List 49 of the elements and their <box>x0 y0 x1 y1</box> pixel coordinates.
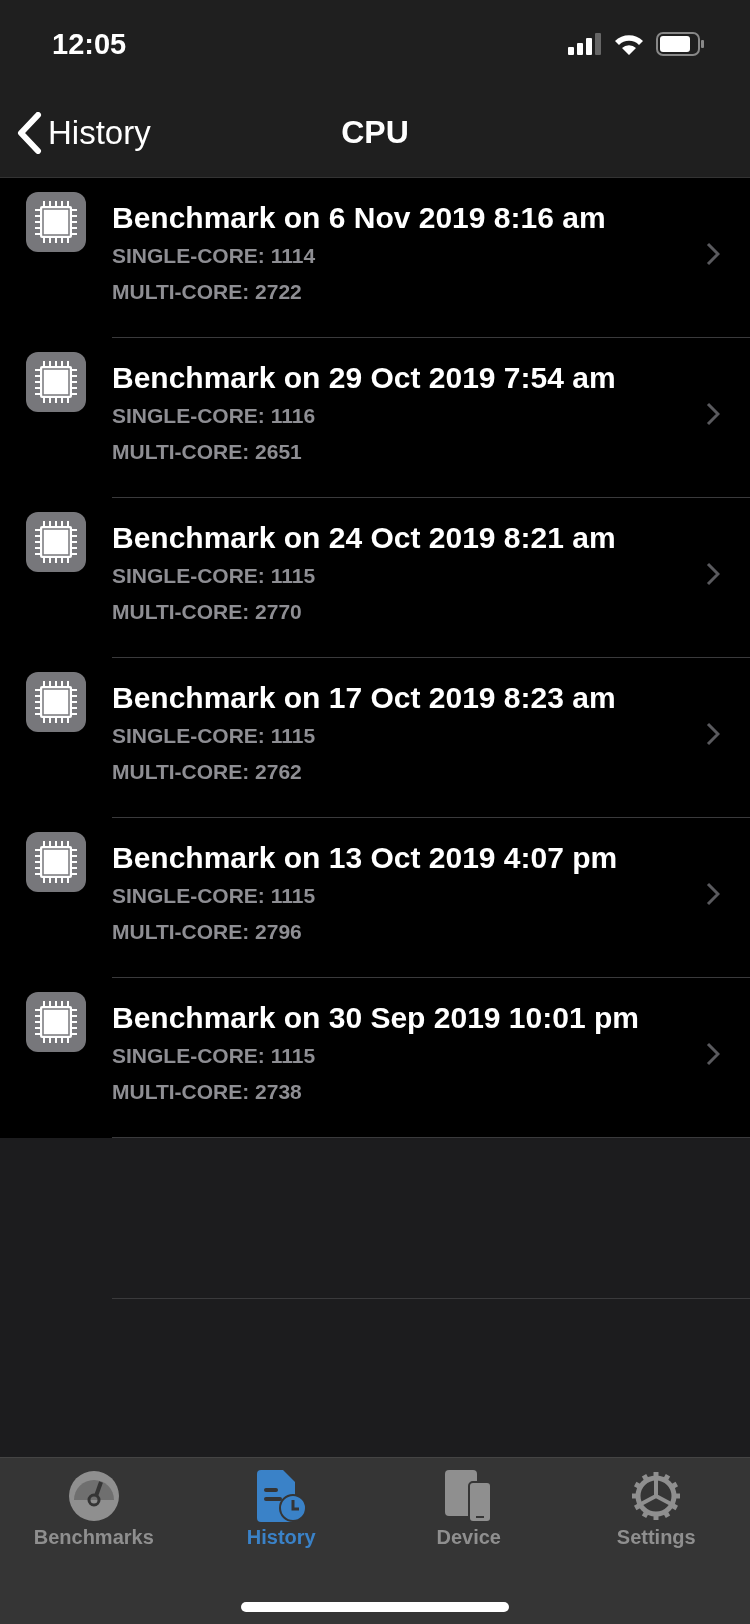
multi-core-score: MULTI-CORE: 2722 <box>112 279 302 305</box>
multi-core-score: MULTI-CORE: 2770 <box>112 599 302 625</box>
chip-icon <box>26 352 86 412</box>
benchmark-title: Benchmark on 29 Oct 2019 7:54 am <box>112 360 616 396</box>
single-core-score: SINGLE-CORE: 1114 <box>112 243 316 269</box>
history-row[interactable]: Benchmark on 13 Oct 2019 4:07 pm SINGLE-CORE: 1115 MULTI-CORE: 2796 <box>0 818 750 978</box>
multi-core-score: MULTI-CORE: 2738 <box>112 1079 302 1105</box>
history-row[interactable]: Benchmark on 29 Oct 2019 7:54 am SINGLE-CORE: 1116 MULTI-CORE: 2651 <box>0 338 750 498</box>
multi-core-score: MULTI-CORE: 2796 <box>112 919 302 945</box>
history-row[interactable]: Benchmark on 17 Oct 2019 8:23 am SINGLE-CORE: 1115 MULTI-CORE: 2762 <box>0 658 750 818</box>
back-button[interactable]: History <box>0 111 151 154</box>
gauge-icon <box>67 1470 120 1522</box>
chip-icon <box>26 832 86 892</box>
wifi-icon <box>614 33 644 55</box>
chip-icon <box>26 992 86 1052</box>
screen-title: CPU <box>341 114 409 151</box>
back-chevron-icon <box>16 111 42 154</box>
document-clock-icon <box>255 1470 308 1522</box>
chevron-icon <box>706 402 720 426</box>
chevron-icon <box>706 1042 720 1066</box>
signal-icon <box>568 33 602 55</box>
single-core-score: SINGLE-CORE: 1115 <box>112 723 316 749</box>
history-row[interactable]: Benchmark on 30 Sep 2019 10:01 pm SINGLE-CORE: 1115 MULTI-CORE: 2738 <box>0 978 750 1138</box>
chip-icon <box>26 672 86 732</box>
chevron-icon <box>706 722 720 746</box>
tab-bar-item[interactable]: Benchmarks <box>0 1458 188 1549</box>
tab-bar-item[interactable]: Device <box>375 1458 563 1549</box>
single-core-score: SINGLE-CORE: 1116 <box>112 403 316 429</box>
status-time: 12:05 <box>52 27 127 61</box>
tab-bar-item[interactable]: Settings <box>562 1458 750 1549</box>
benchmark-title: Benchmark on 13 Oct 2019 4:07 pm <box>112 840 618 876</box>
battery-icon <box>656 32 704 56</box>
history-row[interactable]: Benchmark on 24 Oct 2019 8:21 am SINGLE-CORE: 1115 MULTI-CORE: 2770 <box>0 498 750 658</box>
benchmark-title: Benchmark on 24 Oct 2019 8:21 am <box>112 520 616 556</box>
chip-icon <box>26 512 86 572</box>
settings-icon <box>630 1470 683 1522</box>
multi-core-score: MULTI-CORE: 2762 <box>112 759 302 785</box>
benchmark-title: Benchmark on 30 Sep 2019 10:01 pm <box>112 1000 639 1036</box>
benchmark-title: Benchmark on 6 Nov 2019 8:16 am <box>112 200 606 236</box>
chip-icon <box>26 192 86 252</box>
single-core-score: SINGLE-CORE: 1115 <box>112 1043 316 1069</box>
single-core-score: SINGLE-CORE: 1115 <box>112 883 316 909</box>
chevron-icon <box>706 562 720 586</box>
chevron-icon <box>706 242 720 266</box>
benchmark-title: Benchmark on 17 Oct 2019 8:23 am <box>112 680 616 716</box>
history-row[interactable]: Benchmark on 6 Nov 2019 8:16 am SINGLE-CORE: 1114 MULTI-CORE: 2722 <box>0 178 750 338</box>
chevron-icon <box>706 882 720 906</box>
multi-core-score: MULTI-CORE: 2651 <box>112 439 302 465</box>
single-core-score: SINGLE-CORE: 1115 <box>112 563 316 589</box>
